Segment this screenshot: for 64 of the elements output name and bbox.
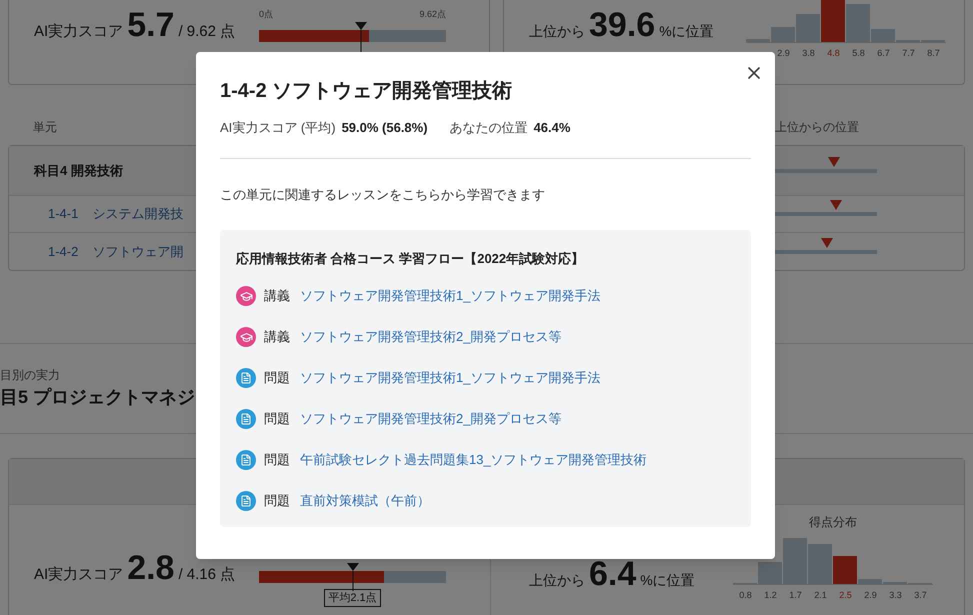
histogram-label: 0.8 xyxy=(738,589,753,602)
lesson-type: 問題 xyxy=(264,369,291,388)
section-caption: 目別の実力 xyxy=(0,367,60,384)
bar-min-label: 0点 xyxy=(259,8,274,21)
average-label: 平均2.1点 xyxy=(324,589,381,607)
score-label: AI実力スコア xyxy=(34,565,124,585)
histogram-label: 2.9 xyxy=(776,47,791,60)
histogram-label: 2.9 xyxy=(863,589,878,602)
histogram-label: 2.5 xyxy=(838,589,853,602)
score-max: / 9.62 点 xyxy=(178,22,236,42)
rank-value: 6.4 xyxy=(589,557,636,591)
graduation-cap-icon xyxy=(236,286,256,306)
score-value: 2.8 xyxy=(127,551,174,585)
column-header: 上位からの位置 xyxy=(775,119,859,136)
score-label: AI実力スコア xyxy=(34,22,124,42)
histogram-label: 1.2 xyxy=(763,589,778,602)
section-title: 目5 プロジェクトマネジ xyxy=(0,386,196,409)
histogram-label: 8.7 xyxy=(926,47,941,60)
score-value: 5.7 xyxy=(127,8,174,42)
lesson-link[interactable]: 午前試験セレクト過去問題集13_ソフトウェア開発管理技術 xyxy=(300,450,647,470)
unit-link[interactable]: 1-4-2 ソフトウェア開 xyxy=(34,242,184,262)
lesson-link[interactable]: ソフトウェア開発管理技術2_開発プロセス等 xyxy=(300,327,562,347)
histogram-label: 4.8 xyxy=(826,47,841,60)
histogram-title: 得点分布 xyxy=(809,514,857,531)
average-marker xyxy=(346,563,360,591)
histogram-label: 1.7 xyxy=(788,589,803,602)
rank-suffix: %に位置 xyxy=(640,571,695,590)
score-value: 59.0% (56.8%) xyxy=(342,119,428,137)
document-icon xyxy=(236,450,256,470)
dialog-title: 1-4-2 ソフトウェア開発管理技術 xyxy=(220,79,514,104)
unit-link[interactable]: 1-4-1 システム開発技 xyxy=(34,204,184,224)
lesson-type: 問題 xyxy=(264,451,291,470)
rank-suffix: %に位置 xyxy=(659,22,714,41)
subject-label: 科目4 開発技術 xyxy=(34,162,123,180)
score-max: / 4.16 点 xyxy=(178,565,236,585)
lesson-link[interactable]: 直前対策模試（午前） xyxy=(300,491,430,511)
lesson-type: 講義 xyxy=(264,328,291,346)
histogram-label: 7.7 xyxy=(901,47,916,60)
column-header: 単元 xyxy=(33,120,57,134)
graduation-cap-icon xyxy=(236,327,256,347)
position-label: あなたの位置 xyxy=(450,119,528,137)
lesson-link[interactable]: ソフトウェア開発管理技術2_開発プロセス等 xyxy=(300,409,562,429)
position-value: 46.4% xyxy=(534,119,570,137)
histogram-label: 3.8 xyxy=(801,47,816,60)
lesson-link[interactable]: ソフトウェア開発管理技術1_ソフトウェア開発手法 xyxy=(300,286,600,306)
lesson-type: 問題 xyxy=(264,410,291,428)
lesson-link[interactable]: ソフトウェア開発管理技術1_ソフトウェア開発手法 xyxy=(300,368,600,388)
histogram-label: 2.1 xyxy=(813,589,828,602)
rank-prefix: 上位から xyxy=(529,571,585,590)
histogram-label: 6.7 xyxy=(876,47,891,60)
histogram-label: 5.8 xyxy=(851,47,866,60)
document-icon xyxy=(236,368,256,388)
score-label: AI実力スコア (平均) xyxy=(220,119,336,137)
lesson-type: 講義 xyxy=(264,287,291,306)
rank-prefix: 上位から xyxy=(529,22,585,41)
histogram-label: 3.3 xyxy=(888,589,903,602)
dialog-description: この単元に関連するレッスンをこちらから学習できます xyxy=(220,186,546,204)
document-icon xyxy=(236,491,256,511)
rank-value: 39.6 xyxy=(589,8,656,42)
bar-max-label: 9.62点 xyxy=(419,8,446,21)
document-icon xyxy=(236,409,256,429)
histogram-label: 3.7 xyxy=(913,589,928,602)
course-title: 応用情報技術者 合格コース 学習フロー【2022年試験対応】 xyxy=(236,250,586,268)
lesson-type: 問題 xyxy=(264,492,291,510)
